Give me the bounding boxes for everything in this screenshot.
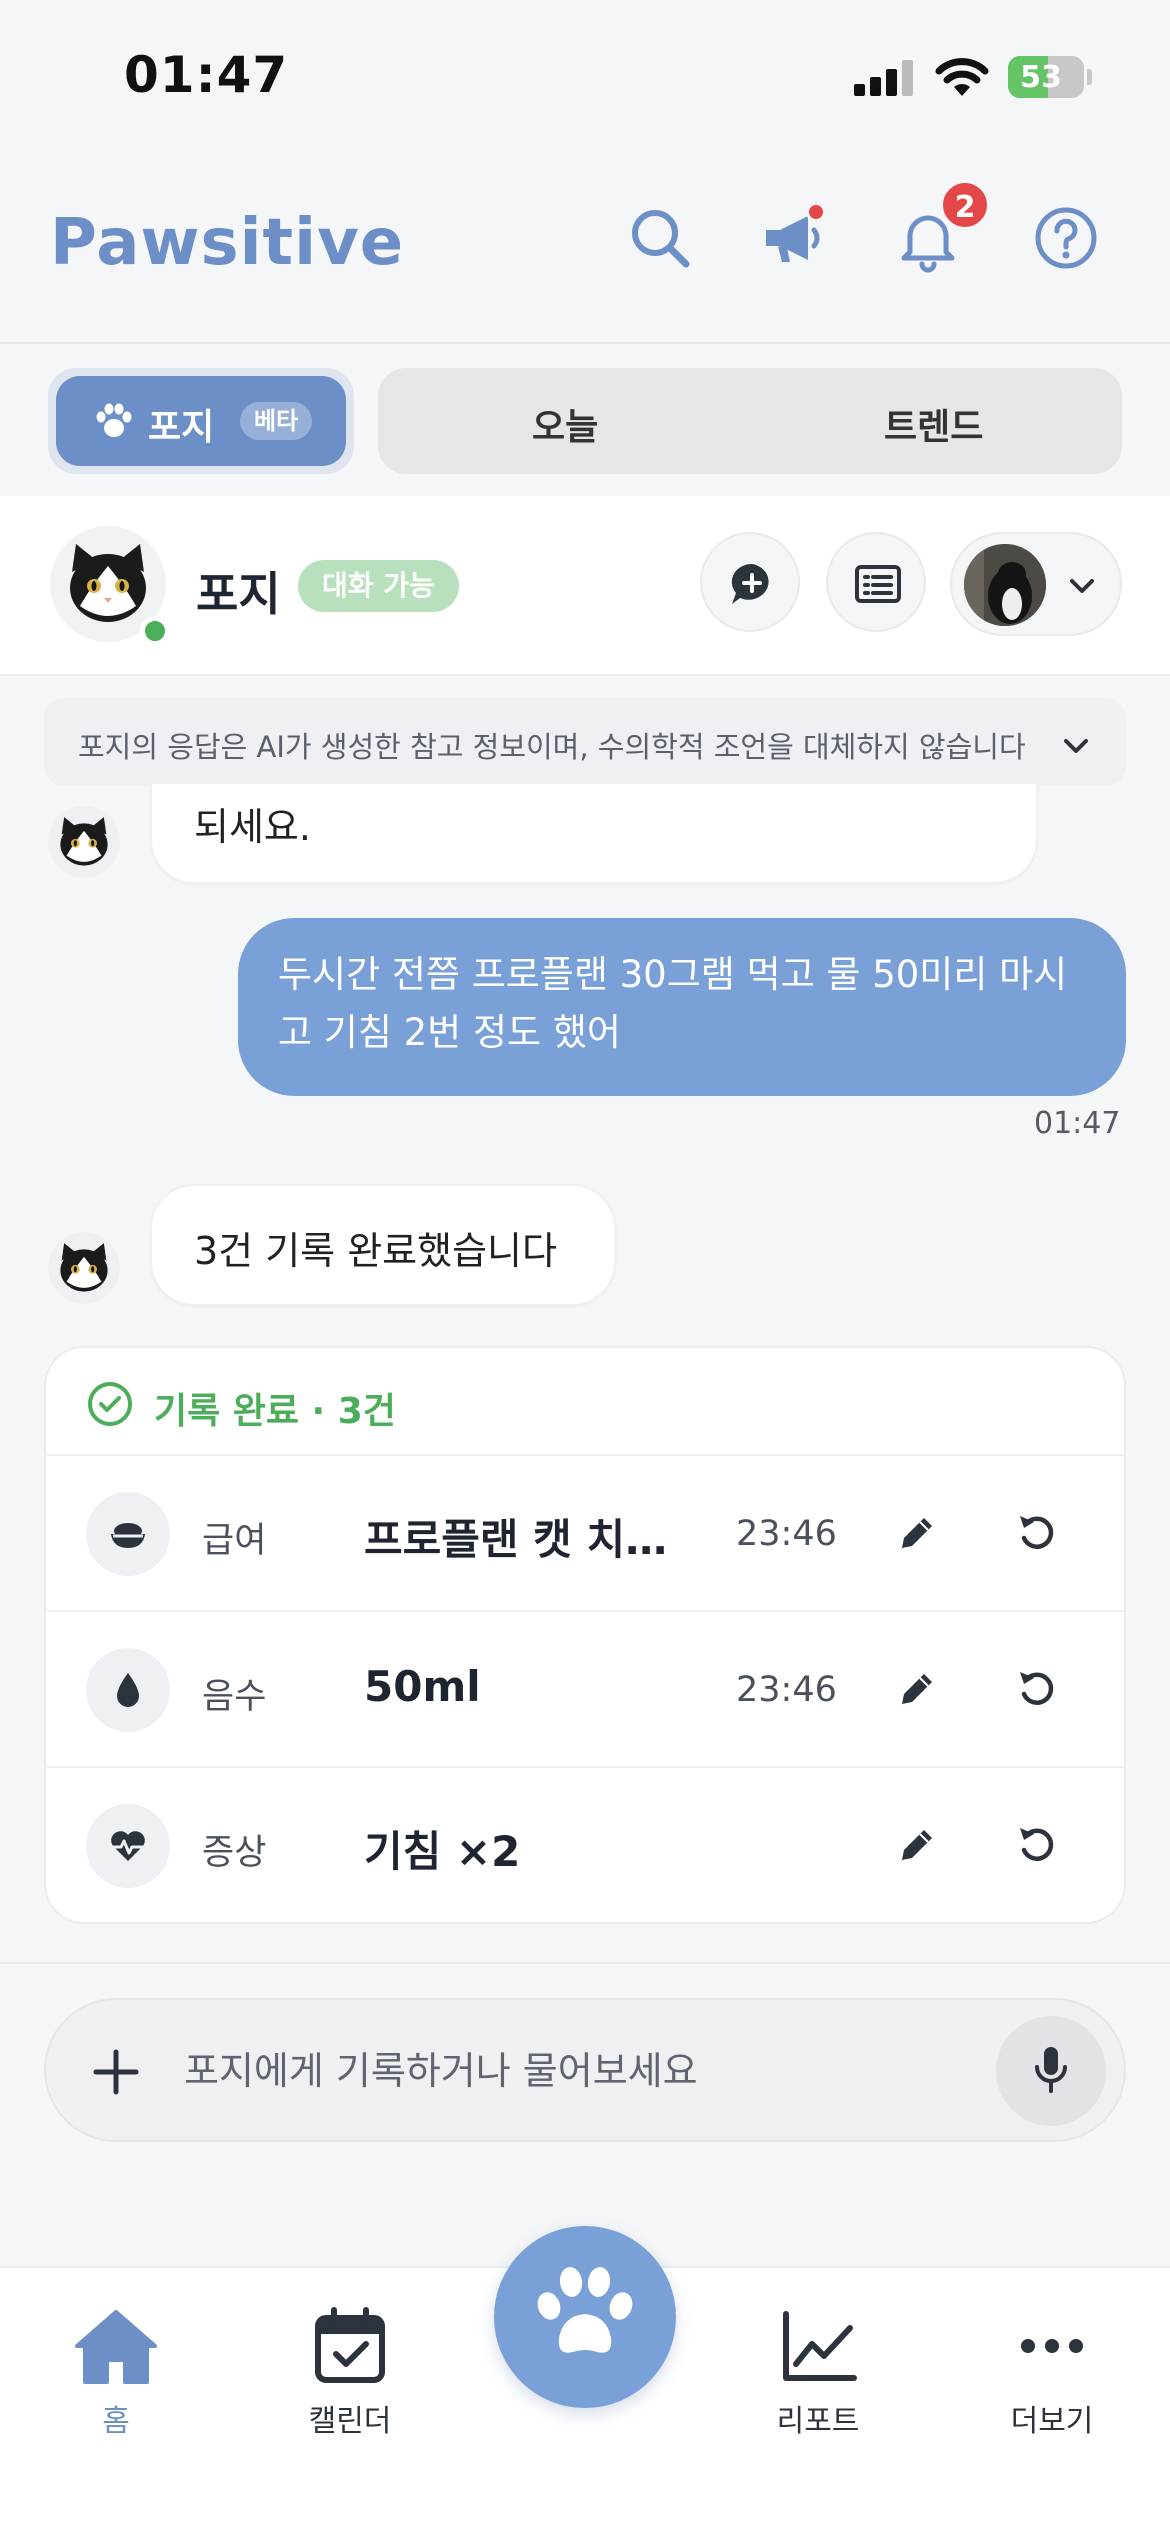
message-timestamp: 01:47 (1034, 1106, 1121, 1141)
battery-level: 53 (1020, 60, 1062, 95)
home-icon (75, 2310, 157, 2384)
pet-bar: 포지 대화 가능 (0, 496, 1170, 676)
cat-face-icon (60, 1243, 108, 1292)
tab-today[interactable]: 오늘 (532, 398, 598, 450)
composer (0, 1962, 1170, 2270)
bot-message: 3건 기록 완료했습니다 (150, 1184, 616, 1306)
nav-report-label: 리포트 (776, 2404, 860, 2439)
record-category: 급여 (202, 1521, 267, 1561)
tab-pozy[interactable]: 포지 베타 (56, 376, 346, 466)
chat-plus-icon (731, 563, 769, 604)
tab-pozy-label: 포지 (148, 407, 215, 448)
history-list-button[interactable] (826, 532, 926, 632)
record-value: 기침 ×2 (364, 1827, 521, 1876)
status-bar: 01:47 53 (0, 0, 1170, 150)
beta-badge: 베타 (240, 402, 313, 440)
announcement-dot (806, 202, 826, 222)
battery-icon: 53 (1008, 56, 1084, 98)
record-time: 23:46 (736, 1514, 837, 1554)
help-icon[interactable] (1030, 202, 1102, 274)
wifi-icon (935, 58, 989, 96)
bot-avatar (48, 1232, 120, 1304)
undo-icon[interactable] (1014, 1666, 1060, 1712)
disclaimer-text: 포지의 응답은 AI가 생성한 참고 정보이며, 수의학적 조언을 대체하지 않… (78, 730, 1026, 764)
record-value: 50ml (364, 1662, 481, 1711)
record-category: 증상 (202, 1833, 267, 1873)
record-row: 음수 50ml 23:46 (46, 1612, 1124, 1768)
pet-name: 포지 (196, 567, 281, 621)
line-chart-icon (783, 2311, 857, 2381)
message-input-box (44, 1998, 1126, 2142)
app-header: Pawsitive 2 (0, 150, 1170, 342)
cellular-signal-icon (854, 60, 914, 96)
notification-badge: 2 (940, 180, 990, 230)
bot-message: 되세요. (150, 784, 1038, 884)
bot-message-text: 되세요. (194, 805, 311, 849)
nav-home-label: 홈 (102, 2404, 130, 2439)
record-summary-card: 기록 완료 · 3건 급여 프로플랜 캣 치킨… 23:46 음수 50ml 2… (44, 1346, 1126, 1924)
edit-pencil-icon[interactable] (894, 1510, 940, 1556)
record-value: 프로플랜 캣 치킨… (364, 1515, 704, 1564)
undo-icon[interactable] (1014, 1510, 1060, 1556)
food-bowl-icon (86, 1492, 170, 1576)
cat-face-icon (60, 817, 108, 866)
check-circle-icon (88, 1382, 132, 1426)
paw-icon (96, 403, 132, 437)
heartbeat-icon (86, 1804, 170, 1888)
new-chat-button[interactable] (700, 532, 800, 632)
list-icon (855, 565, 901, 603)
nav-more-label: 더보기 (1010, 2404, 1094, 2439)
nav-report[interactable]: 리포트 (738, 2306, 898, 2440)
pet-selector[interactable] (950, 532, 1122, 636)
user-message-text: 두시간 전쯤 프로플랜 30그램 먹고 물 50미리 마시고 기침 2번 정도 … (278, 953, 1068, 1054)
nav-calendar[interactable]: 캘린더 (270, 2306, 430, 2440)
segmented-tabs: 포지 베타 오늘 트렌드 (0, 344, 1170, 496)
chevron-down-icon[interactable] (1058, 728, 1094, 764)
water-drop-icon (86, 1648, 170, 1732)
edit-pencil-icon[interactable] (894, 1666, 940, 1712)
search-icon[interactable] (624, 202, 696, 274)
record-time: 23:46 (736, 1670, 837, 1710)
record-row: 증상 기침 ×2 (46, 1768, 1124, 1922)
nav-calendar-label: 캘린더 (308, 2404, 392, 2439)
plus-icon[interactable] (86, 2042, 146, 2102)
edit-pencil-icon[interactable] (894, 1822, 940, 1868)
record-category: 음수 (202, 1677, 267, 1717)
more-dots-icon (1021, 2339, 1083, 2353)
bot-avatar (48, 806, 120, 878)
paw-action-button[interactable] (494, 2226, 676, 2408)
tab-trend[interactable]: 트렌드 (884, 398, 983, 450)
nav-home[interactable]: 홈 (36, 2306, 196, 2440)
nav-more[interactable]: 더보기 (972, 2306, 1132, 2440)
card-title: 기록 완료 · 3건 (154, 1391, 396, 1432)
ai-disclaimer[interactable]: 포지의 응답은 AI가 생성한 참고 정보이며, 수의학적 조언을 대체하지 않… (44, 698, 1126, 786)
voice-input-button[interactable] (996, 2016, 1106, 2126)
chevron-down-icon (1070, 579, 1094, 593)
record-row: 급여 프로플랜 캣 치킨… 23:46 (46, 1456, 1124, 1612)
message-input[interactable] (184, 2036, 1004, 2106)
pet-photo (964, 544, 1046, 626)
paw-icon (537, 2267, 633, 2353)
user-message: 두시간 전쯤 프로플랜 30그램 먹고 물 50미리 마시고 기침 2번 정도 … (238, 918, 1126, 1096)
microphone-icon (1035, 2047, 1067, 2093)
status-time: 01:47 (124, 46, 289, 104)
calendar-check-icon (315, 2307, 385, 2383)
app-logo: Pawsitive (50, 206, 405, 280)
undo-icon[interactable] (1014, 1822, 1060, 1868)
bot-message-text: 3건 기록 완료했습니다 (194, 1229, 557, 1273)
online-indicator (140, 616, 170, 646)
status-badge: 대화 가능 (298, 560, 459, 612)
